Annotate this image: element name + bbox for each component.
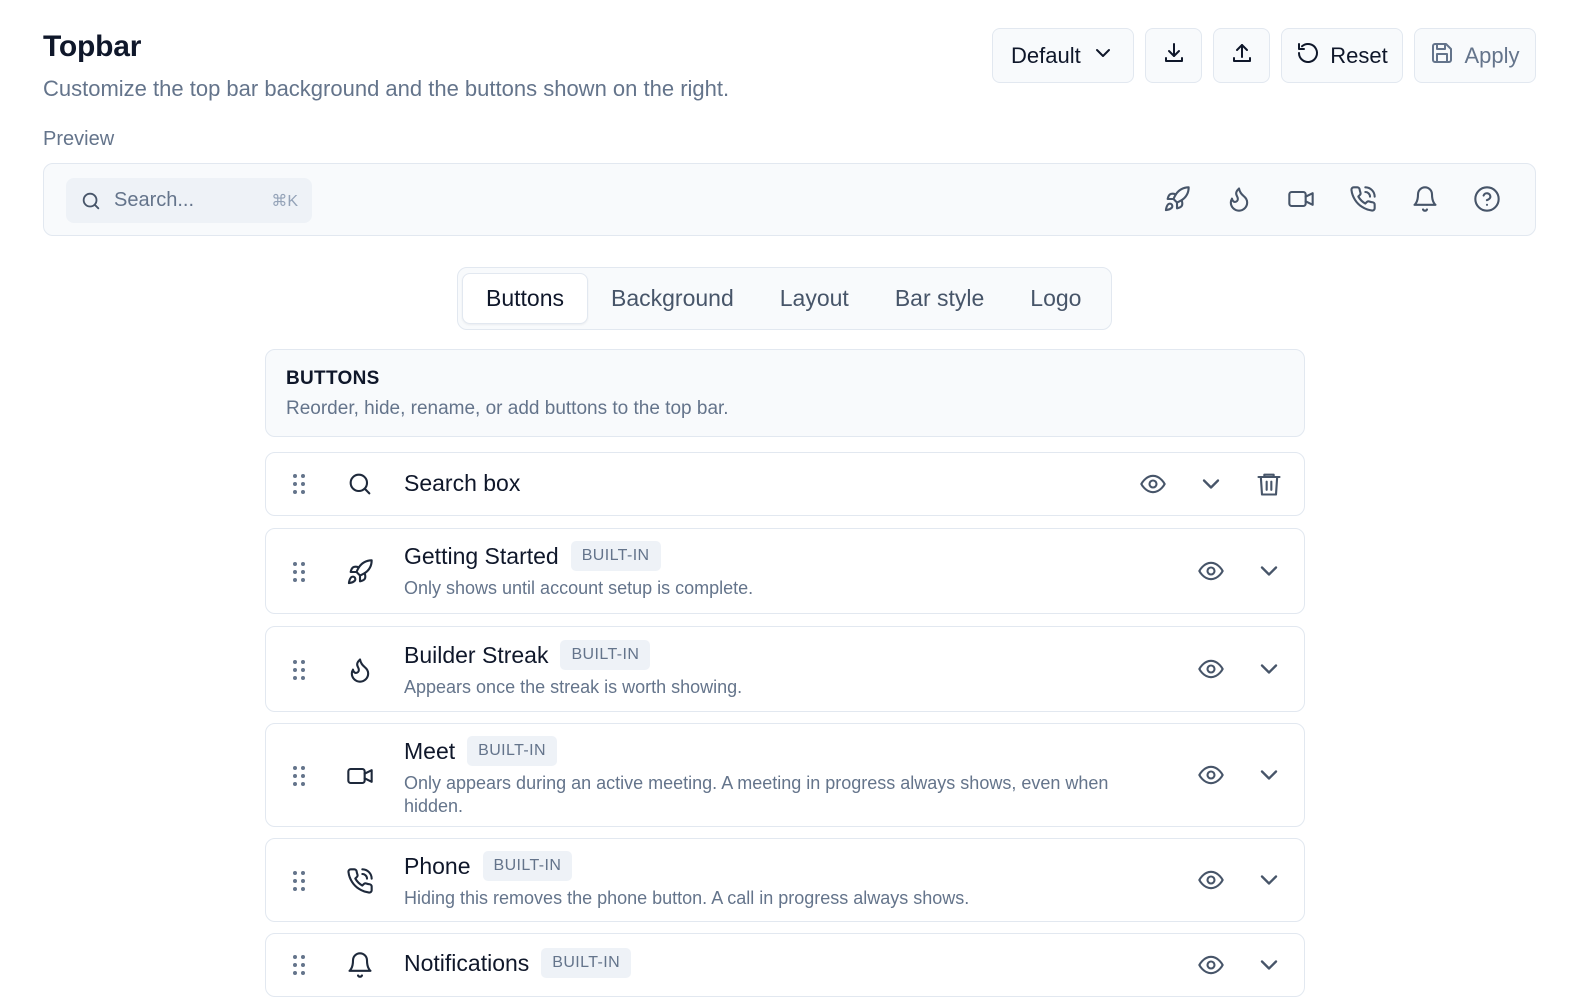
bell-icon	[346, 951, 374, 979]
preview-search-box[interactable]: Search... ⌘K	[66, 178, 312, 223]
preview-search-placeholder: Search...	[114, 189, 195, 211]
chevron-down-icon[interactable]	[1254, 760, 1284, 790]
page-subtitle: Customize the top bar background and the…	[43, 76, 730, 101]
flame-icon	[346, 656, 374, 684]
preview-button-group	[1163, 184, 1501, 214]
help-circle-icon[interactable]	[1473, 184, 1501, 214]
section-description: Reorder, hide, rename, or add buttons to…	[286, 398, 729, 419]
built-in-badge: BUILT-IN	[482, 851, 573, 881]
button-name: Phone	[404, 852, 471, 879]
built-in-badge: BUILT-IN	[570, 541, 661, 571]
reset-button[interactable]: Reset	[1281, 28, 1403, 83]
bell-icon[interactable]	[1411, 184, 1439, 214]
eye-icon[interactable]	[1138, 469, 1168, 499]
tab-layout[interactable]: Layout	[757, 273, 872, 324]
button-description: Only shows until account setup is comple…	[404, 578, 754, 598]
button-row-getting-started: Getting Started BUILT-IN Only shows unti…	[265, 528, 1305, 614]
buttons-section-header: BUTTONS Reorder, hide, rename, or add bu…	[265, 349, 1305, 437]
eye-icon[interactable]	[1196, 654, 1226, 684]
search-icon	[80, 190, 102, 212]
button-description: Hiding this removes the phone button. A …	[404, 888, 970, 908]
tab-logo[interactable]: Logo	[1007, 273, 1104, 324]
rocket-icon[interactable]	[1163, 184, 1191, 214]
page-title: Topbar	[43, 30, 142, 63]
trash-icon[interactable]	[1254, 469, 1284, 499]
preset-select-label: Default	[1011, 42, 1081, 68]
reset-icon	[1296, 41, 1320, 71]
flame-icon[interactable]	[1225, 184, 1253, 214]
apply-button[interactable]: Apply	[1414, 28, 1536, 83]
phone-icon	[346, 867, 374, 895]
toolbar: Default Reset Apply	[992, 28, 1536, 83]
apply-label: Apply	[1464, 42, 1520, 68]
chevron-down-icon[interactable]	[1254, 556, 1284, 586]
drag-handle-icon[interactable]	[292, 765, 306, 787]
tab-background[interactable]: Background	[588, 273, 757, 324]
save-icon	[1430, 41, 1454, 71]
drag-handle-icon[interactable]	[292, 561, 306, 583]
download-button[interactable]	[1145, 28, 1202, 83]
eye-icon[interactable]	[1196, 865, 1226, 895]
preset-select[interactable]: Default	[992, 28, 1134, 83]
drag-handle-icon[interactable]	[292, 473, 306, 495]
tab-buttons[interactable]: Buttons	[462, 273, 588, 324]
eye-icon[interactable]	[1196, 556, 1226, 586]
drag-handle-icon[interactable]	[292, 870, 306, 892]
download-icon	[1162, 41, 1186, 71]
button-name: Meet	[404, 737, 456, 764]
preview-label: Preview	[43, 128, 115, 150]
chevron-down-icon[interactable]	[1196, 469, 1226, 499]
eye-icon[interactable]	[1196, 950, 1226, 980]
chevron-down-icon	[1091, 41, 1115, 71]
search-icon	[346, 470, 374, 498]
video-icon[interactable]	[1287, 184, 1315, 214]
reset-label: Reset	[1330, 42, 1388, 68]
chevron-down-icon[interactable]	[1254, 865, 1284, 895]
phone-icon[interactable]	[1349, 184, 1377, 214]
page-header: Topbar Customize the top bar background …	[43, 30, 729, 102]
settings-tabs: Buttons Background Layout Bar style Logo	[457, 267, 1112, 330]
button-row-meet: Meet BUILT-IN Only appears during an act…	[265, 723, 1305, 827]
button-row-notifications: Notifications BUILT-IN	[265, 933, 1305, 997]
drag-handle-icon[interactable]	[292, 954, 306, 976]
video-icon	[346, 762, 374, 790]
rocket-icon	[346, 558, 374, 586]
built-in-badge: BUILT-IN	[560, 640, 651, 670]
built-in-badge: BUILT-IN	[467, 736, 557, 766]
topbar-preview: Search... ⌘K	[43, 163, 1536, 236]
upload-button[interactable]	[1213, 28, 1270, 83]
button-row-builder-streak: Builder Streak BUILT-IN Appears once the…	[265, 626, 1305, 712]
chevron-down-icon[interactable]	[1254, 950, 1284, 980]
built-in-badge: BUILT-IN	[541, 948, 632, 978]
drag-handle-icon[interactable]	[292, 659, 306, 681]
button-row-search-box: Search box	[265, 452, 1305, 516]
upload-icon	[1230, 41, 1254, 71]
button-name: Builder Streak	[404, 641, 549, 668]
section-title: BUTTONS	[286, 368, 380, 389]
button-name: Getting Started	[404, 542, 559, 569]
search-shortcut: ⌘K	[271, 192, 298, 210]
eye-icon[interactable]	[1196, 760, 1226, 790]
button-row-phone: Phone BUILT-IN Hiding this removes the p…	[265, 838, 1305, 922]
chevron-down-icon[interactable]	[1254, 654, 1284, 684]
button-description: Only appears during an active meeting. A…	[404, 773, 1109, 816]
button-description: Appears once the streak is worth showing…	[404, 677, 743, 697]
button-name: Notifications	[404, 949, 530, 976]
tab-bar-style[interactable]: Bar style	[872, 273, 1007, 324]
button-name: Search box	[404, 470, 521, 496]
